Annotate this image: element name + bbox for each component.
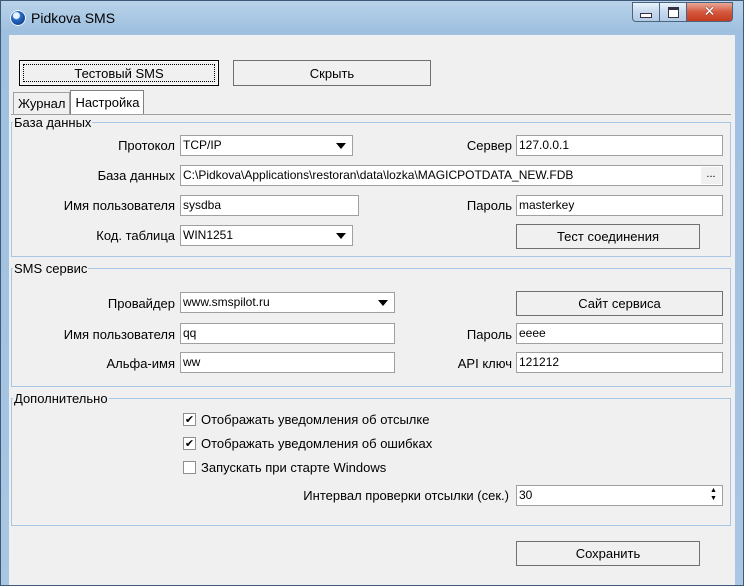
api-key-label: API ключ [457,356,512,371]
provider-value: www.smspilot.ru [183,295,270,309]
sms-password-input[interactable]: eeee [516,323,723,344]
minimize-icon [640,12,652,18]
tab-settings[interactable]: Настройка [70,90,145,114]
extra-legend: Дополнительно [14,391,108,406]
protocol-label: Протокол [118,138,175,153]
protocol-value: TCP/IP [183,138,222,152]
hide-button[interactable]: Скрыть [233,60,431,86]
title-bar[interactable]: Pidkova SMS ✕ [1,1,743,35]
maximize-button[interactable] [660,2,687,22]
db-path-input[interactable]: C:\Pidkova\Applications\restoran\data\lo… [180,165,723,186]
focus-rect [23,64,215,82]
database-legend: База данных [14,115,92,130]
sms-password-label: Пароль [466,327,512,342]
provider-select[interactable]: www.smspilot.ru [180,292,395,313]
notify-errors-checkbox[interactable]: ✔ Отображать уведомления об ошибках [183,436,432,451]
save-button[interactable]: Сохранить [516,541,700,566]
app-window: Pidkova SMS ✕ Тестовый SMS Скрыть Журнал… [0,0,744,586]
app-icon [10,10,26,26]
checkbox-checked-icon: ✔ [183,437,196,450]
provider-label: Провайдер [107,296,175,311]
protocol-select[interactable]: TCP/IP [180,135,353,156]
db-user-label: Имя пользователя [63,198,175,213]
notify-sent-checkbox[interactable]: ✔ Отображать уведомления об отсылке [183,412,429,427]
maximize-icon [667,6,679,18]
db-password-input[interactable]: masterkey [516,195,723,216]
notify-sent-label: Отображать уведомления об отсылке [201,412,430,427]
tab-strip: Журнал Настройка [13,90,145,114]
sms-legend: SMS сервис [14,261,88,276]
test-sms-button[interactable]: Тестовый SMS [19,60,219,86]
db-user-input[interactable]: sysdba [180,195,359,216]
window-title: Pidkova SMS [31,10,116,26]
hide-label: Скрыть [309,65,355,81]
close-icon: ✕ [703,4,716,20]
interval-spinner[interactable]: 30 ▲ ▼ [516,485,723,506]
codetable-value: WIN1251 [183,228,234,242]
interval-value: 30 [519,488,533,502]
chevron-down-icon [336,233,346,239]
chevron-down-icon [378,300,388,306]
notify-errors-label: Отображать уведомления об ошибках [201,436,433,451]
codetable-select[interactable]: WIN1251 [180,225,353,246]
tab-journal[interactable]: Журнал [13,92,71,114]
browse-button[interactable]: ... [701,167,721,184]
sms-user-label: Имя пользователя [63,327,175,342]
autostart-label: Запускать при старте Windows [201,460,387,475]
close-button[interactable]: ✕ [687,2,733,22]
db-path-label: База данных [97,168,175,183]
sms-user-input[interactable]: qq [180,323,395,344]
server-label: Сервер [466,138,512,153]
spinner-arrows-icon[interactable]: ▲ ▼ [706,487,721,504]
chevron-down-icon [336,143,346,149]
codetable-label: Код. таблица [96,228,175,243]
alpha-name-label: Альфа-имя [106,356,175,371]
checkbox-unchecked-icon [183,461,196,474]
alpha-name-input[interactable]: ww [180,352,395,373]
autostart-checkbox[interactable]: Запускать при старте Windows [183,460,386,475]
db-password-label: Пароль [466,198,512,213]
checkbox-checked-icon: ✔ [183,413,196,426]
server-input[interactable]: 127.0.0.1 [516,135,723,156]
db-path-value: C:\Pidkova\Applications\restoran\data\lo… [183,168,574,182]
api-key-input[interactable]: 121212 [516,352,723,373]
minimize-button[interactable] [632,2,660,22]
settings-panel: База данных Протокол TCP/IP Сервер 127.0… [11,114,731,585]
caption-buttons: ✕ [632,2,733,22]
client-area: Тестовый SMS Скрыть Журнал Настройка Баз… [9,35,735,585]
service-site-button[interactable]: Сайт сервиса [516,291,723,316]
interval-label: Интервал проверки отсылки (сек.) [303,488,509,503]
test-connection-button[interactable]: Тест соединения [516,224,700,249]
